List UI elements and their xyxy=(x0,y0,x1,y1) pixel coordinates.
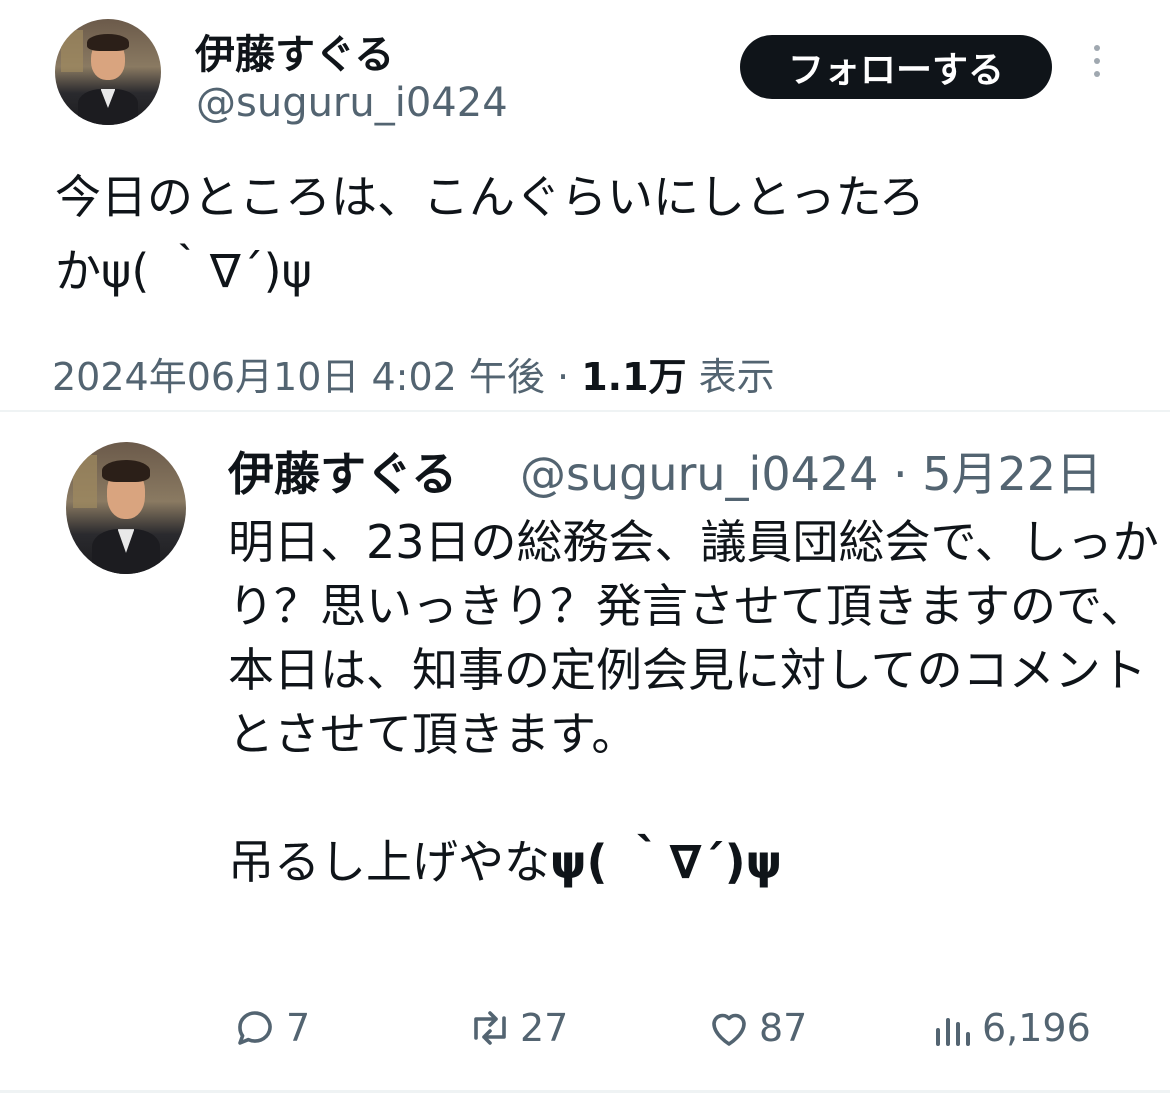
quoted-author-handle-date[interactable]: @suguru_i0424 · 5月22日 xyxy=(520,438,1170,504)
reply-icon xyxy=(238,1011,272,1045)
retweet-icon xyxy=(474,1011,506,1045)
retweet-count: 27 xyxy=(520,1006,569,1050)
reply-count: 7 xyxy=(286,1006,311,1050)
views-count: 1.1万 xyxy=(581,355,687,399)
quoted-author-name[interactable]: 伊藤すぐる xyxy=(228,438,457,504)
follow-button[interactable]: フォローする xyxy=(740,35,1052,99)
views-label: 表示 xyxy=(698,355,775,399)
tweet-date[interactable]: 2024年06月10日 4:02 午後 xyxy=(52,355,545,399)
like-icon xyxy=(712,1013,746,1046)
quoted-tweet-text: 明日、23日の総務会、議員団総会で、しっかり？思いっきり？発言させて頂きますので… xyxy=(228,510,1170,970)
divider xyxy=(0,1090,1170,1093)
views-icon xyxy=(936,1018,970,1046)
meta-separator: · xyxy=(557,355,570,399)
more-icon[interactable] xyxy=(1090,45,1104,85)
author-handle[interactable]: @suguru_i0424 xyxy=(196,80,508,126)
quoted-text-emoticon: ψ( ｀∇´)ψ xyxy=(550,835,783,889)
author-avatar[interactable] xyxy=(55,19,161,125)
like-button[interactable]: 87 xyxy=(705,1004,807,1052)
quoted-author-avatar[interactable] xyxy=(66,442,186,574)
retweet-button[interactable]: 27 xyxy=(466,1004,568,1052)
tweet-text: 今日のところは、こんぐらいにしとったろ かψ( ｀∇´)ψ xyxy=(55,170,925,298)
like-count: 87 xyxy=(759,1006,808,1050)
views-count-quoted: 6,196 xyxy=(982,1006,1091,1050)
quoted-text-body: 明日、23日の総務会、議員団総会で、しっかり？思いっきり？発言させて頂きますので… xyxy=(228,515,1159,889)
author-name[interactable]: 伊藤すぐる xyxy=(195,22,394,80)
tweet-meta: 2024年06月10日 4:02 午後 · 1.1万 表示 xyxy=(52,346,775,401)
views-button[interactable]: 6,196 xyxy=(928,1004,1091,1052)
divider xyxy=(0,410,1170,412)
reply-button[interactable]: 7 xyxy=(232,1004,310,1052)
